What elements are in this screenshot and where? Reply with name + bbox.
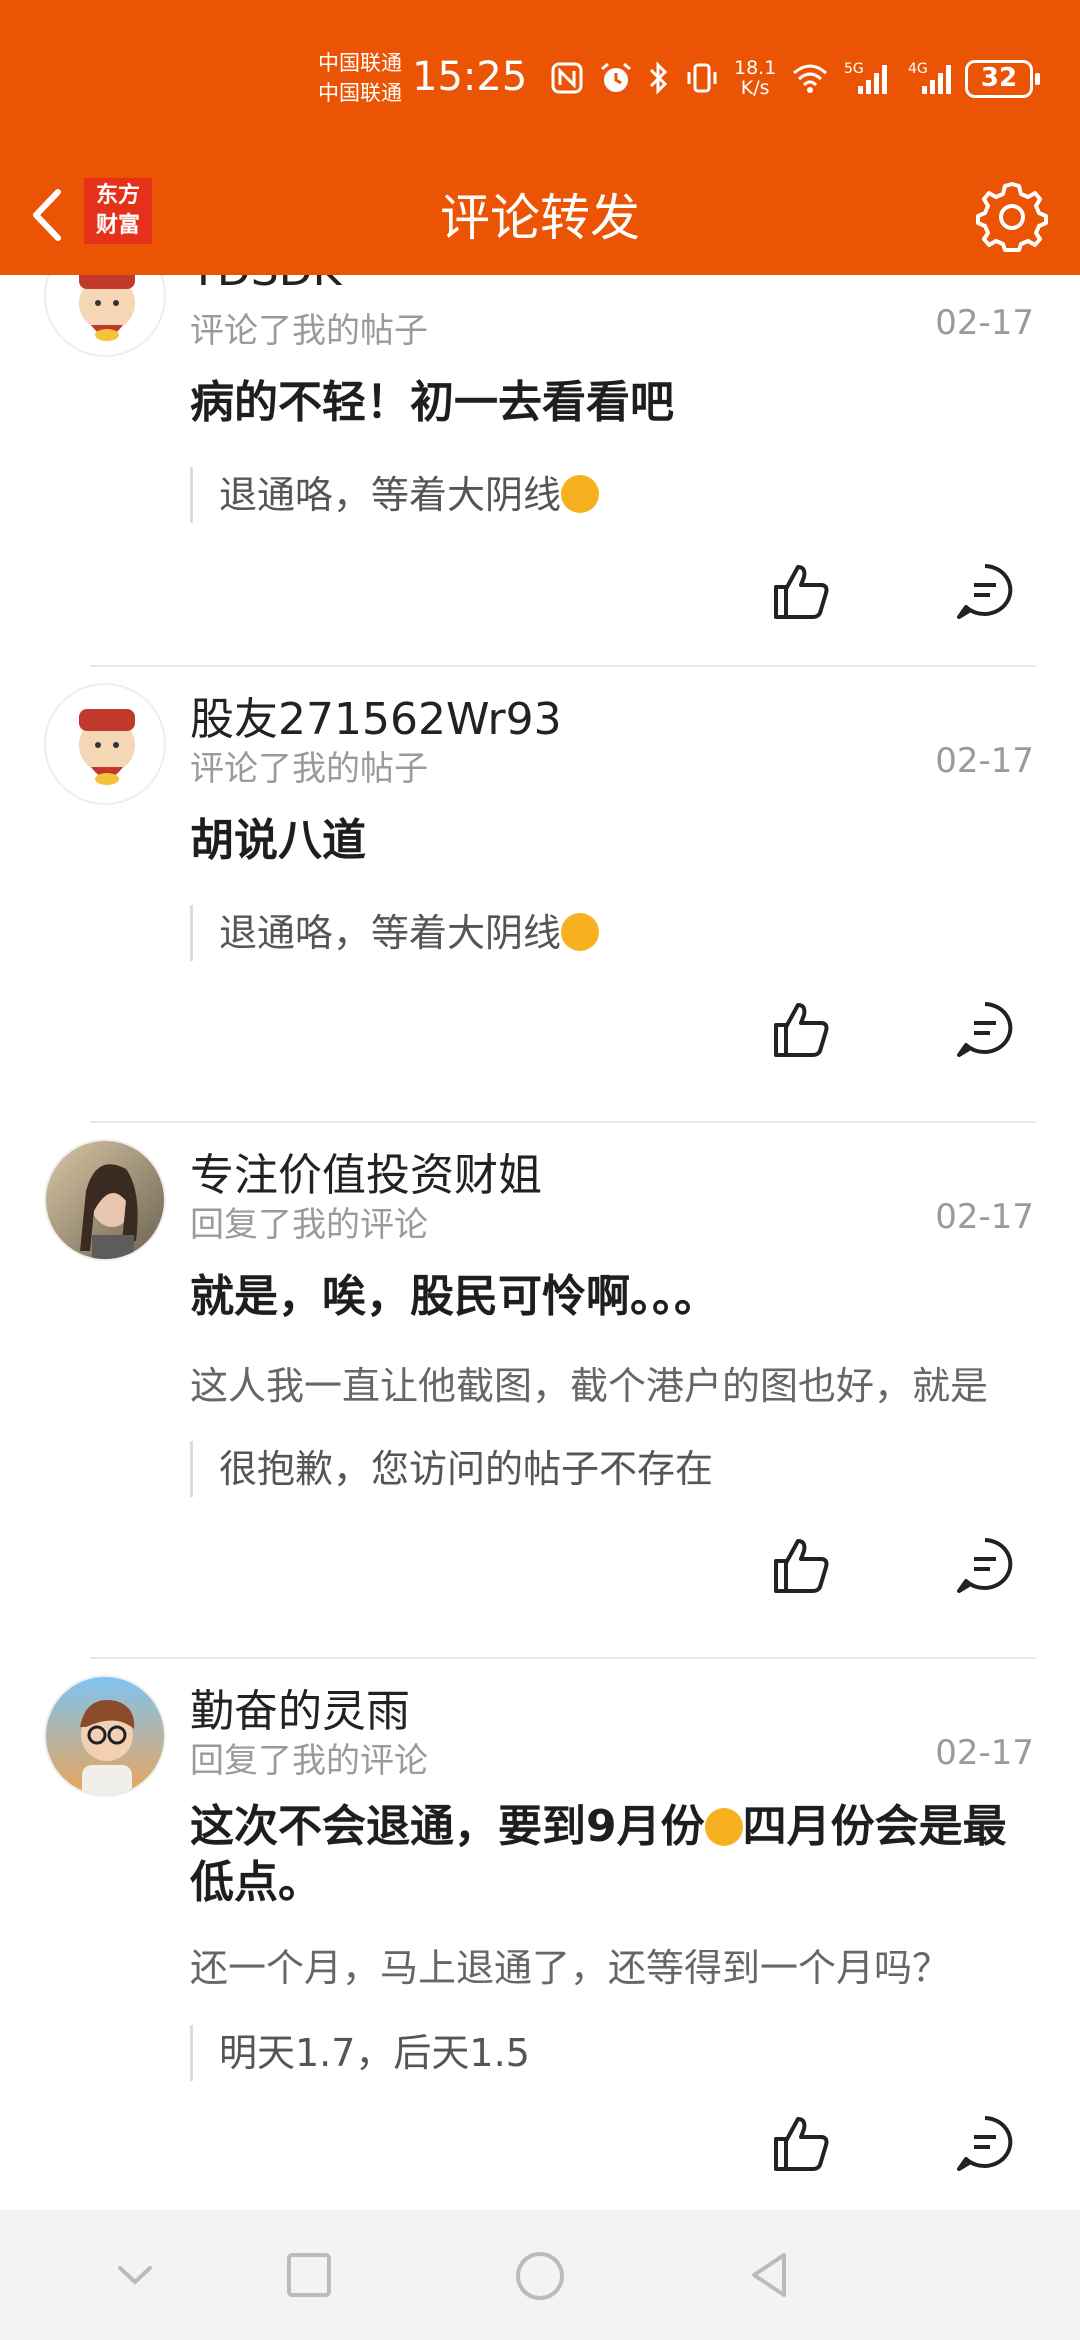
reply-icon[interactable] bbox=[954, 2113, 1016, 2175]
vibrate-icon bbox=[687, 63, 717, 93]
comment-text[interactable]: 这次不会退通，要到9月份 四月份会是最低点。 bbox=[190, 1799, 1036, 1911]
carrier-1: 中国联通 bbox=[318, 51, 402, 75]
action-text: 回复了我的评论 bbox=[190, 1205, 428, 1245]
date: 02-17 bbox=[935, 741, 1034, 781]
grin-emoji-icon bbox=[704, 1808, 743, 1846]
avatar[interactable] bbox=[44, 1139, 166, 1261]
divider bbox=[90, 1657, 1036, 1659]
collapse-chevron-icon[interactable] bbox=[110, 2250, 160, 2300]
bluetooth-icon bbox=[649, 61, 668, 95]
cartoon-boy-avatar-icon bbox=[80, 1700, 135, 1795]
reply-icon[interactable] bbox=[954, 1535, 1016, 1597]
action-text: 评论了我的帖子 bbox=[190, 311, 428, 351]
signal-4g-icon: 4G bbox=[908, 61, 952, 94]
like-icon[interactable] bbox=[770, 2113, 832, 2175]
status-time: 15:25 bbox=[412, 54, 528, 100]
status-icons: 18.1 K/s 5G 4G bbox=[550, 56, 958, 100]
action-text: 回复了我的评论 bbox=[190, 1741, 428, 1781]
action-text: 评论了我的帖子 bbox=[190, 749, 428, 789]
quoted-text: 退通咯，等着大阴线 bbox=[219, 473, 562, 517]
comment-text[interactable]: 就是，唉，股民可怜啊。。。 bbox=[190, 1269, 1036, 1325]
reply-icon[interactable] bbox=[954, 999, 1016, 1061]
system-nav-bar bbox=[0, 2210, 1080, 2340]
back-triangle-icon[interactable] bbox=[744, 2250, 794, 2300]
wink-tongue-emoji-icon bbox=[561, 913, 600, 951]
comment-text[interactable]: 病的不轻！初一去看看吧 bbox=[190, 375, 1036, 431]
quoted-post[interactable]: 很抱歉，您访问的帖子不存在 bbox=[190, 1441, 1036, 1497]
username[interactable]: YDSDK bbox=[190, 275, 341, 296]
comment-content: 病的不轻！初一去看看吧 bbox=[190, 377, 674, 428]
status-bar: 中国联通 中国联通 15:25 18.1 K/s 5G 4G 32 bbox=[0, 0, 1080, 155]
divider bbox=[90, 665, 1036, 667]
quoted-text: 明天1.7，后天1.5 bbox=[219, 2031, 530, 2075]
cartoon-avatar-icon bbox=[79, 709, 135, 785]
settings-gear-icon[interactable] bbox=[974, 178, 1050, 254]
net-speed-unit: K/s bbox=[740, 77, 770, 99]
quoted-text: 很抱歉，您访问的帖子不存在 bbox=[219, 1447, 714, 1491]
parent-comment[interactable]: 还一个月，马上退通了，还等得到一个月吗？ bbox=[190, 1937, 1036, 1992]
battery-indicator: 32 bbox=[965, 60, 1040, 98]
portrait-avatar-icon bbox=[80, 1164, 138, 1259]
wink-tongue-emoji-icon bbox=[561, 475, 600, 513]
username[interactable]: 勤奋的灵雨 bbox=[190, 1675, 410, 1739]
username[interactable]: 专注价值投资财姐 bbox=[190, 1139, 542, 1203]
quoted-text: 退通咯，等着大阴线 bbox=[219, 911, 562, 955]
comment-text[interactable]: 胡说八道 bbox=[190, 813, 1036, 869]
quoted-post[interactable]: 明天1.7，后天1.5 bbox=[190, 2025, 1036, 2081]
parent-comment[interactable]: 这人我一直让他截图，截个港户的图也好，就是 bbox=[190, 1355, 1036, 1410]
like-icon[interactable] bbox=[770, 999, 832, 1061]
date: 02-17 bbox=[935, 1197, 1034, 1237]
carrier-2: 中国联通 bbox=[318, 81, 402, 105]
net-label-4g: 4G bbox=[908, 61, 928, 77]
alarm-icon bbox=[601, 62, 631, 92]
avatar[interactable] bbox=[44, 275, 166, 357]
nfc-icon bbox=[551, 62, 583, 94]
signal-5g-icon: 5G bbox=[844, 61, 888, 94]
home-circle-icon[interactable] bbox=[514, 2250, 566, 2302]
reply-icon[interactable] bbox=[954, 561, 1016, 623]
net-speed-value: 18.1 bbox=[734, 57, 777, 79]
quoted-post[interactable]: 退通咯，等着大阴线 bbox=[190, 467, 1036, 523]
date: 02-17 bbox=[935, 303, 1034, 343]
comment-content-part-1: 这次不会退通，要到9月份 bbox=[190, 1801, 705, 1852]
comment-content: 就是，唉，股民可怜啊。。。 bbox=[190, 1271, 718, 1322]
username[interactable]: 股友271562Wr93 bbox=[190, 683, 562, 747]
recents-square-icon[interactable] bbox=[284, 2250, 334, 2300]
net-label-5g: 5G bbox=[844, 61, 864, 77]
avatar[interactable] bbox=[44, 683, 166, 805]
date: 02-17 bbox=[935, 1733, 1034, 1773]
like-icon[interactable] bbox=[770, 1535, 832, 1597]
divider bbox=[90, 1121, 1036, 1123]
app-header: 中国联通 中国联通 15:25 18.1 K/s 5G 4G 32 东方 财富 … bbox=[0, 0, 1080, 275]
like-icon[interactable] bbox=[770, 561, 832, 623]
quoted-post[interactable]: 退通咯，等着大阴线 bbox=[190, 905, 1036, 961]
net-speed: 18.1 K/s bbox=[734, 58, 776, 98]
comment-content: 胡说八道 bbox=[190, 815, 366, 866]
page-title: 评论转发 bbox=[440, 189, 640, 247]
cartoon-avatar-icon bbox=[79, 275, 135, 341]
comment-feed[interactable]: YDSDK 评论了我的帖子 02-17 病的不轻！初一去看看吧 退通咯，等着大阴… bbox=[0, 275, 1080, 2210]
wifi-icon bbox=[793, 64, 828, 93]
avatar[interactable] bbox=[44, 1675, 166, 1797]
nav-bar: 东方 财富 评论转发 bbox=[0, 160, 1080, 270]
carrier-labels: 中国联通 中国联通 bbox=[318, 48, 402, 108]
